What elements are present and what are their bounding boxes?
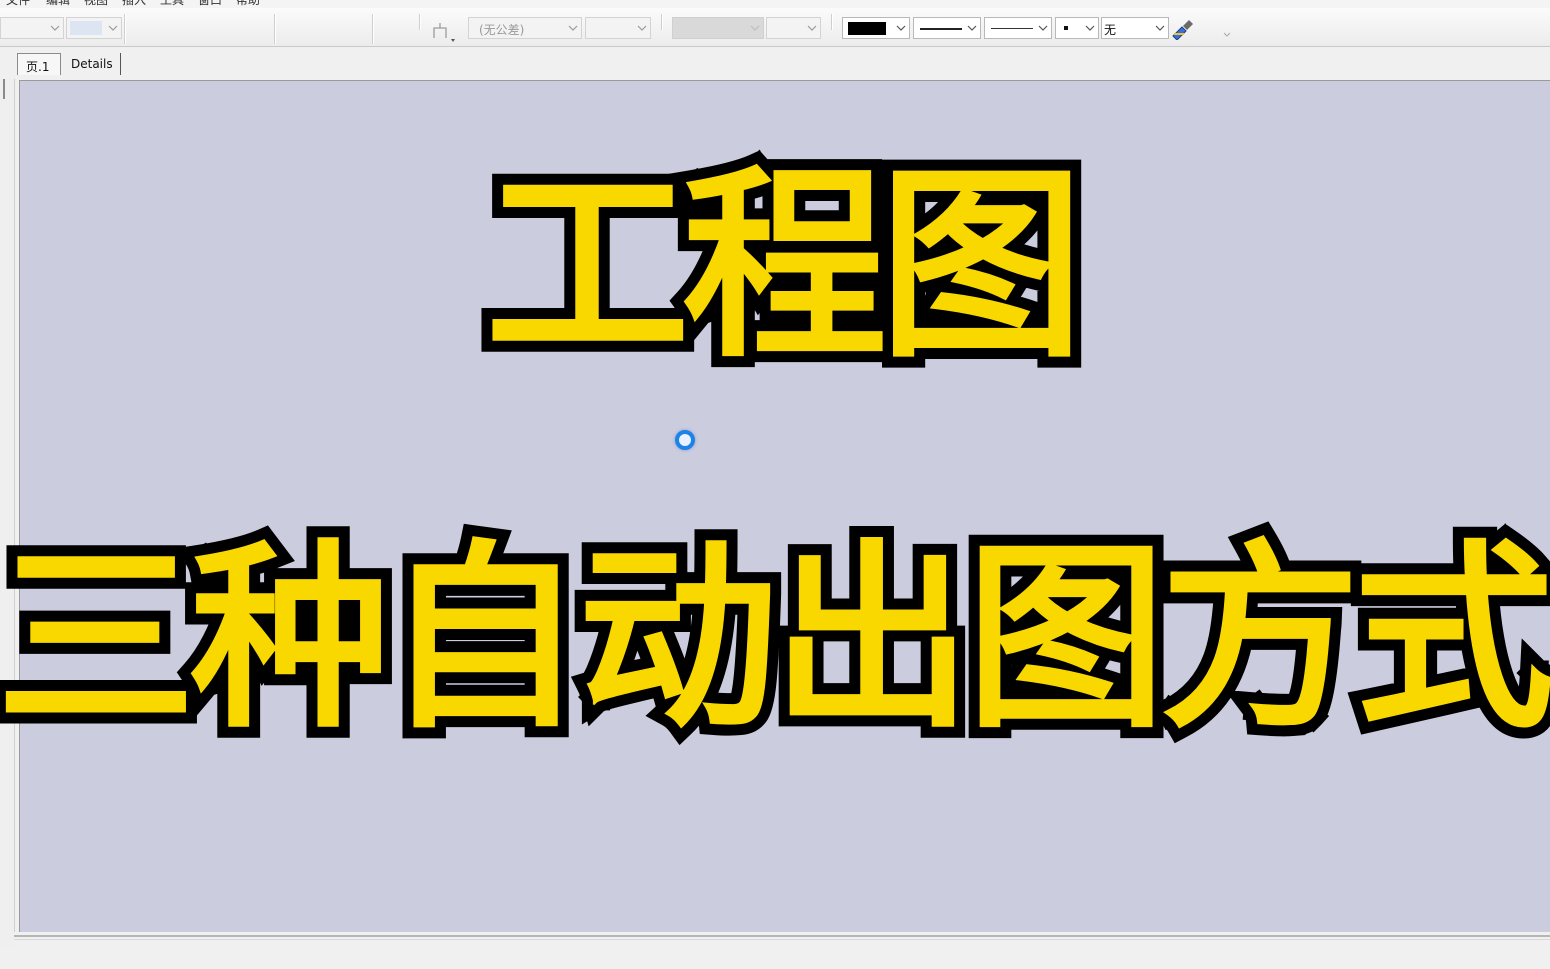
line-thickness-preview: [920, 28, 962, 30]
toolbar-separator: [274, 14, 276, 44]
tolerance-combo[interactable]: (无公差): [468, 17, 582, 39]
chevron-down-icon: [636, 22, 648, 34]
line-color-swatch: [848, 22, 886, 35]
toolbar-separator: [372, 14, 374, 44]
chevron-down-icon: [1037, 22, 1049, 34]
tab-details[interactable]: Details: [63, 53, 121, 75]
chevron-down-icon: [1154, 22, 1166, 34]
bottom-frame: [14, 932, 1550, 969]
line-type-preview: [991, 28, 1033, 29]
caption-title: 工程图: [474, 148, 1095, 386]
toolbar-separator: [661, 14, 663, 30]
chevron-down-icon: [567, 22, 579, 34]
chevron-down-icon: [895, 22, 907, 34]
format-toolbar: (无公差) 无: [0, 8, 1550, 47]
chevron-down-icon: [49, 22, 61, 34]
line-type-combo[interactable]: [984, 17, 1052, 39]
sheet-border: [14, 935, 1550, 937]
menu-window[interactable]: 窗口: [198, 0, 222, 8]
toolbar-separator: [831, 14, 833, 30]
point-preview: [1064, 26, 1068, 30]
point-style-combo[interactable]: [1055, 17, 1099, 39]
chevron-down-icon: [107, 22, 119, 34]
chevron-down-icon: [1223, 32, 1231, 37]
line-color-combo[interactable]: [842, 17, 910, 39]
line-thickness-combo[interactable]: [913, 17, 981, 39]
fill-combo[interactable]: 无: [1101, 17, 1169, 39]
sheet-border: [14, 939, 1550, 940]
menu-view[interactable]: 视图: [84, 0, 108, 8]
dimension-icon: [433, 23, 455, 42]
font-size-combo[interactable]: [66, 17, 122, 39]
sheet-tab-bar: 页.1 Details: [0, 47, 1550, 79]
left-panel-edge: [0, 47, 15, 947]
menu-bar: 文件 编辑 视图 插入 工具 窗口 帮助: [0, 0, 1550, 8]
splitter-handle[interactable]: [3, 77, 5, 99]
menu-tools[interactable]: 工具: [160, 0, 184, 8]
menu-edit[interactable]: 编辑: [46, 0, 70, 8]
toolbar-overflow-button[interactable]: [1222, 24, 1232, 37]
format-painter-icon: [1172, 20, 1193, 41]
caption-subtitle: 三种自动出图方式: [0, 523, 1550, 756]
dimension-style-button[interactable]: [430, 20, 458, 44]
menu-insert[interactable]: 插入: [122, 0, 146, 8]
menu-file[interactable]: 文件: [6, 0, 30, 8]
busy-cursor-icon: [675, 430, 695, 450]
chevron-down-icon: [749, 22, 761, 34]
tab-page-1[interactable]: 页.1: [17, 53, 61, 75]
text-height-combo[interactable]: [766, 17, 821, 39]
font-combo[interactable]: [0, 17, 64, 39]
tolerance-placeholder: (无公差): [479, 23, 525, 37]
precision-combo[interactable]: [585, 17, 651, 39]
chevron-down-icon: [806, 22, 818, 34]
format-painter-button[interactable]: [1170, 18, 1196, 41]
style-combo[interactable]: [672, 17, 764, 39]
toolbar-separator: [419, 14, 421, 30]
fill-value: 无: [1104, 23, 1117, 37]
chevron-down-icon: [1084, 22, 1096, 34]
chevron-down-icon: [966, 22, 978, 34]
menu-help[interactable]: 帮助: [236, 0, 260, 8]
toolbar-separator: [124, 14, 126, 44]
